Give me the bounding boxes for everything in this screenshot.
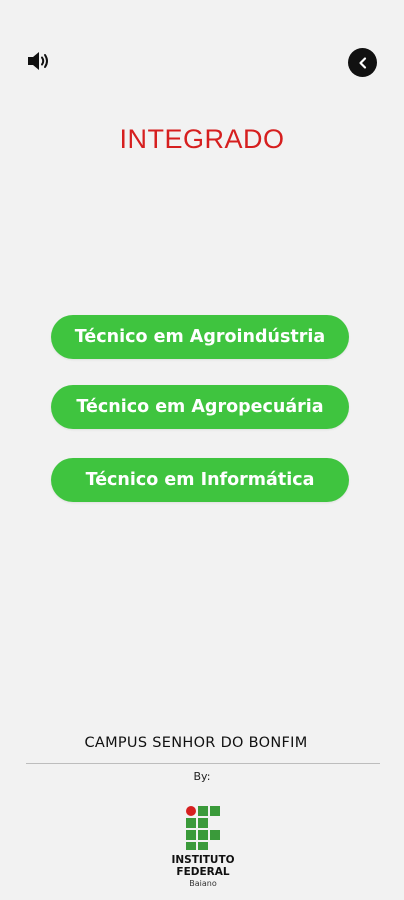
footer-divider <box>26 763 380 764</box>
course-button-informatica[interactable]: Técnico em Informática <box>51 458 349 502</box>
speaker-volume-icon <box>28 52 48 70</box>
page-title: INTEGRADO <box>119 124 285 154</box>
logo-text-federal: FEDERAL <box>176 866 230 878</box>
institute-logo: INSTITUTO FEDERAL Baiano <box>162 806 244 892</box>
sound-toggle-button[interactable] <box>24 46 54 76</box>
campus-name: CAMPUS SENHOR DO BONFIM <box>84 735 308 751</box>
course-button-agroindustria[interactable]: Técnico em Agroindústria <box>51 315 349 359</box>
institute-logo-mark <box>186 806 222 850</box>
course-button-label: Técnico em Informática <box>85 470 315 490</box>
course-button-label: Técnico em Agroindústria <box>74 327 326 347</box>
logo-text-instituto: INSTITUTO <box>171 854 235 866</box>
by-label: By: <box>193 770 211 783</box>
chevron-left-icon <box>358 56 366 69</box>
logo-text-baiano: Baiano <box>189 879 217 888</box>
course-button-agropecuaria[interactable]: Técnico em Agropecuária <box>51 385 349 429</box>
back-button[interactable] <box>348 48 377 77</box>
course-button-label: Técnico em Agropecuária <box>76 397 324 417</box>
